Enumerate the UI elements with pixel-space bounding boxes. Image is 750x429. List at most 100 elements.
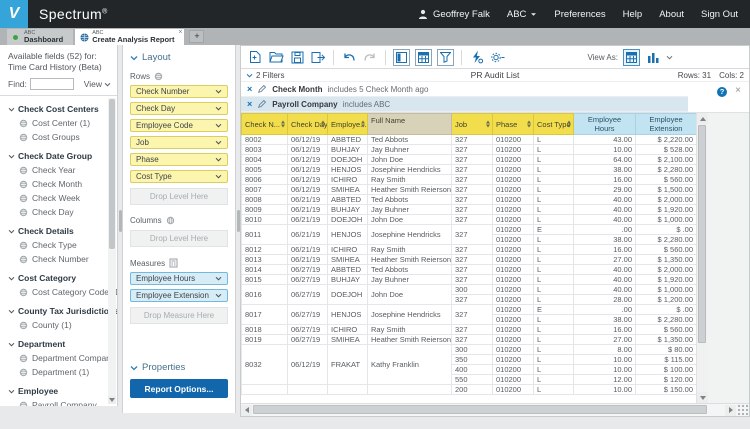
filters-toggle[interactable]: 2 Filters (246, 71, 396, 80)
undo-icon[interactable] (341, 49, 357, 65)
chevron-down-icon[interactable] (666, 55, 673, 60)
column-header-job[interactable]: Job (452, 114, 493, 135)
field-group-department[interactable]: Department (8, 337, 107, 351)
scroll-down-arrow[interactable] (697, 392, 708, 403)
column-header-cost-type[interactable]: Cost Type (534, 114, 574, 135)
view-as-grid-icon[interactable] (623, 49, 640, 66)
drop-column-area[interactable]: Drop Level Here (130, 230, 228, 247)
field-group-check-cost-centers[interactable]: Check Cost Centers (8, 102, 107, 116)
table-horizontal-scrollbar[interactable] (241, 403, 749, 416)
redo-icon[interactable] (362, 49, 378, 65)
pill-check-number[interactable]: Check Number (130, 85, 228, 98)
column-header-check-day[interactable]: Check Day (288, 114, 328, 135)
properties-section-header[interactable]: Properties (130, 362, 228, 373)
panel-splitter[interactable] (236, 45, 240, 429)
topbar-menu-sign-out[interactable]: Sign Out (701, 9, 738, 20)
field-item-check-year[interactable]: Check Year (8, 163, 107, 177)
topbar-menu-preferences[interactable]: Preferences (554, 9, 605, 20)
remove-filter-icon[interactable]: × (247, 85, 252, 94)
find-input[interactable] (30, 78, 74, 90)
chevron-down-icon[interactable] (215, 106, 222, 111)
scrollbar-thumb[interactable] (253, 405, 707, 414)
remove-filter-icon[interactable]: × (247, 100, 252, 109)
edit-filter-icon[interactable] (257, 99, 267, 109)
topbar-menu-help[interactable]: Help (623, 9, 643, 20)
toggle-designer-icon[interactable] (393, 49, 410, 66)
help-icon[interactable]: ? (717, 87, 727, 97)
scroll-down-arrow[interactable] (108, 396, 116, 404)
open-report-icon[interactable] (268, 49, 284, 65)
field-item-cost-groups[interactable]: Cost Groups (8, 130, 107, 144)
run-report-icon[interactable] (469, 49, 485, 65)
scroll-up-arrow[interactable] (697, 113, 708, 124)
table-vertical-scrollbar[interactable] (696, 113, 707, 403)
report-options-button[interactable]: Report Options... (130, 379, 228, 398)
chevron-down-icon[interactable] (215, 293, 222, 298)
field-group-check-details[interactable]: Check Details (8, 224, 107, 238)
drop-measure-area[interactable]: Drop Measure Here (130, 307, 228, 324)
toggle-grid-icon[interactable] (415, 49, 432, 66)
scrollbar-thumb[interactable] (109, 99, 115, 249)
resize-grip[interactable] (736, 405, 749, 416)
field-item-department-1[interactable]: Department (1) (8, 365, 107, 379)
field-item-cost-category-code-1[interactable]: Cost Category Code (1) (8, 285, 107, 299)
filter-row-payroll-company[interactable]: ×Payroll Companyincludes ABC (241, 97, 688, 112)
viewpoint-logo[interactable]: V (0, 0, 28, 28)
pill-check-day[interactable]: Check Day (130, 102, 228, 115)
scrollbar-thumb[interactable] (698, 125, 706, 343)
field-group-check-date-group[interactable]: Check Date Group (8, 149, 107, 163)
export-report-icon[interactable] (310, 49, 326, 65)
pill-employee-extension[interactable]: Employee Extension (130, 289, 228, 302)
settings-icon[interactable] (490, 49, 506, 65)
user-menu[interactable]: Geoffrey Falk (418, 9, 490, 20)
company-selector[interactable]: ABC (507, 9, 538, 20)
column-header-employee-extension[interactable]: Employee Extension (636, 114, 697, 135)
new-tab-button[interactable]: + (189, 30, 204, 43)
field-group-cost-category[interactable]: Cost Category (8, 271, 107, 285)
field-item-check-number[interactable]: Check Number (8, 252, 107, 266)
scroll-right-arrow[interactable] (725, 405, 736, 416)
column-header-employe[interactable]: Employe... (328, 114, 368, 135)
topbar-menu-about[interactable]: About (659, 9, 684, 20)
field-item-cost-center-1[interactable]: Cost Center (1) (8, 116, 107, 130)
close-filters-icon[interactable]: × (735, 86, 741, 96)
fields-scrollbar[interactable] (108, 98, 116, 404)
save-report-icon[interactable] (289, 49, 305, 65)
field-item-check-day[interactable]: Check Day (8, 205, 107, 219)
edit-filter-icon[interactable] (257, 84, 267, 94)
chevron-down-icon[interactable] (215, 140, 222, 145)
drop-level-area[interactable]: Drop Level Here (130, 188, 228, 205)
pill-job[interactable]: Job (130, 136, 228, 149)
column-header-full-name[interactable]: Full Name (368, 114, 452, 135)
chevron-down-icon[interactable] (215, 276, 222, 281)
splitter-handle[interactable] (119, 210, 122, 232)
close-tab-icon[interactable]: × (178, 29, 182, 36)
field-group-employee[interactable]: Employee (8, 384, 107, 398)
field-item-check-week[interactable]: Check Week (8, 191, 107, 205)
chevron-down-icon[interactable] (215, 89, 222, 94)
view-dropdown[interactable]: View (84, 79, 113, 89)
pill-employee-hours[interactable]: Employee Hours (130, 272, 228, 285)
column-header-phase[interactable]: Phase (493, 114, 534, 135)
splitter-handle[interactable] (237, 210, 240, 232)
panel-splitter[interactable] (118, 45, 122, 429)
column-header-employee-hours[interactable]: Employee Hours (574, 114, 636, 135)
chevron-down-icon[interactable] (215, 174, 222, 179)
filter-row-check-month[interactable]: ×Check Monthincludes 5 Check Month ago (241, 82, 688, 97)
field-item-payroll-company[interactable]: Payroll Company (8, 398, 107, 406)
field-item-check-month[interactable]: Check Month (8, 177, 107, 191)
toggle-filters-icon[interactable] (437, 49, 454, 66)
tab-dashboard[interactable]: ABCDashboard (7, 29, 73, 45)
column-header-check-n[interactable]: Check N... (242, 114, 288, 135)
new-report-icon[interactable] (247, 49, 263, 65)
chevron-down-icon[interactable] (215, 157, 222, 162)
layout-section-header[interactable]: Layout (130, 52, 228, 63)
scroll-left-arrow[interactable] (241, 405, 252, 416)
field-group-county-tax-jurisdictions[interactable]: County Tax Jurisdictions (8, 304, 107, 318)
field-item-check-type[interactable]: Check Type (8, 238, 107, 252)
chevron-down-icon[interactable] (215, 123, 222, 128)
pill-phase[interactable]: Phase (130, 153, 228, 166)
field-item-department-company[interactable]: Department Company (8, 351, 107, 365)
field-item-county-1[interactable]: County (1) (8, 318, 107, 332)
pill-employee-code[interactable]: Employee Code (130, 119, 228, 132)
